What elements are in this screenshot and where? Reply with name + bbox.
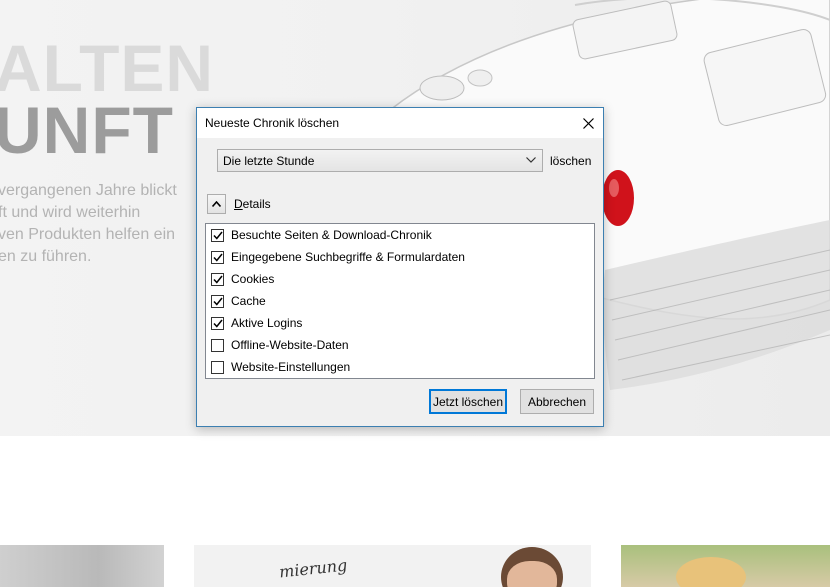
checkmark-icon (212, 231, 223, 240)
list-item-label: Cache (231, 294, 266, 308)
list-item[interactable]: Website-Einstellungen (211, 358, 350, 376)
time-range-select[interactable]: Die letzte Stunde (217, 149, 543, 172)
checkbox[interactable] (211, 316, 224, 330)
checkbox[interactable] (211, 294, 224, 308)
thumbnail-handwriting: mierung (278, 555, 349, 582)
time-range-value: Die letzte Stunde (223, 154, 315, 168)
list-item[interactable]: Aktive Logins (211, 314, 302, 332)
thumbnail-image (621, 545, 830, 587)
list-item-label: Aktive Logins (231, 316, 303, 330)
checkmark-icon (212, 297, 223, 306)
details-label-rest: etails (242, 197, 271, 211)
hero-paragraph-line: en zu führen. (0, 248, 92, 265)
list-item-label: Besuchte Seiten & Download-Chronik (231, 228, 432, 242)
details-toggle-button[interactable] (207, 194, 226, 214)
hero-paragraph: vergangenen Jahre blickt ft und wird wei… (0, 180, 177, 268)
list-item-label: Offline-Website-Daten (231, 338, 349, 352)
clear-history-dialog: Neueste Chronik löschen Die letzte Stund… (196, 107, 604, 427)
checkmark-icon (212, 319, 223, 328)
chevron-up-icon (212, 201, 221, 207)
thumbnail-image (0, 545, 164, 587)
hero-paragraph-line: vergangenen Jahre blickt (0, 182, 177, 199)
chevron-down-icon (526, 157, 536, 163)
details-label: Details (234, 197, 271, 211)
time-range-label: löschen (550, 154, 592, 168)
details-label-accesskey: D (234, 197, 243, 211)
checkbox[interactable] (211, 360, 224, 374)
list-item-label: Eingegebene Suchbegriffe & Formulardaten (231, 250, 465, 264)
thumbnail-person-face (507, 561, 557, 587)
checkbox[interactable] (211, 272, 224, 286)
hero-paragraph-line: ft und wird weiterhin (0, 204, 141, 221)
thumbnail-person (676, 557, 746, 587)
hero-heading-line2: UNFT (0, 93, 174, 167)
list-item[interactable]: Eingegebene Suchbegriffe & Formulardaten (211, 248, 465, 266)
list-item[interactable]: Cache (211, 292, 266, 310)
checkbox[interactable] (211, 338, 224, 352)
list-item-label: Website-Einstellungen (231, 360, 351, 374)
list-item[interactable]: Offline-Website-Daten (211, 336, 349, 354)
hero-paragraph-line: ven Produkten helfen ein (0, 226, 176, 243)
history-items-list: Besuchte Seiten & Download-Chronik Einge… (205, 223, 595, 379)
dialog-title: Neueste Chronik löschen (205, 116, 340, 130)
checkmark-icon (212, 253, 223, 262)
list-item-label: Cookies (231, 272, 275, 286)
cancel-button[interactable]: Abbrechen (520, 389, 594, 414)
checkbox[interactable] (211, 228, 224, 242)
list-item[interactable]: Besuchte Seiten & Download-Chronik (211, 226, 432, 244)
clear-now-button[interactable]: Jetzt löschen (429, 389, 507, 414)
dialog-titlebar: Neueste Chronik löschen (197, 108, 603, 138)
thumbnail-image: mierung (194, 545, 591, 587)
checkbox[interactable] (211, 250, 224, 264)
list-item[interactable]: Cookies (211, 270, 274, 288)
close-button[interactable] (573, 108, 603, 138)
close-icon (582, 117, 594, 129)
checkmark-icon (212, 275, 223, 284)
